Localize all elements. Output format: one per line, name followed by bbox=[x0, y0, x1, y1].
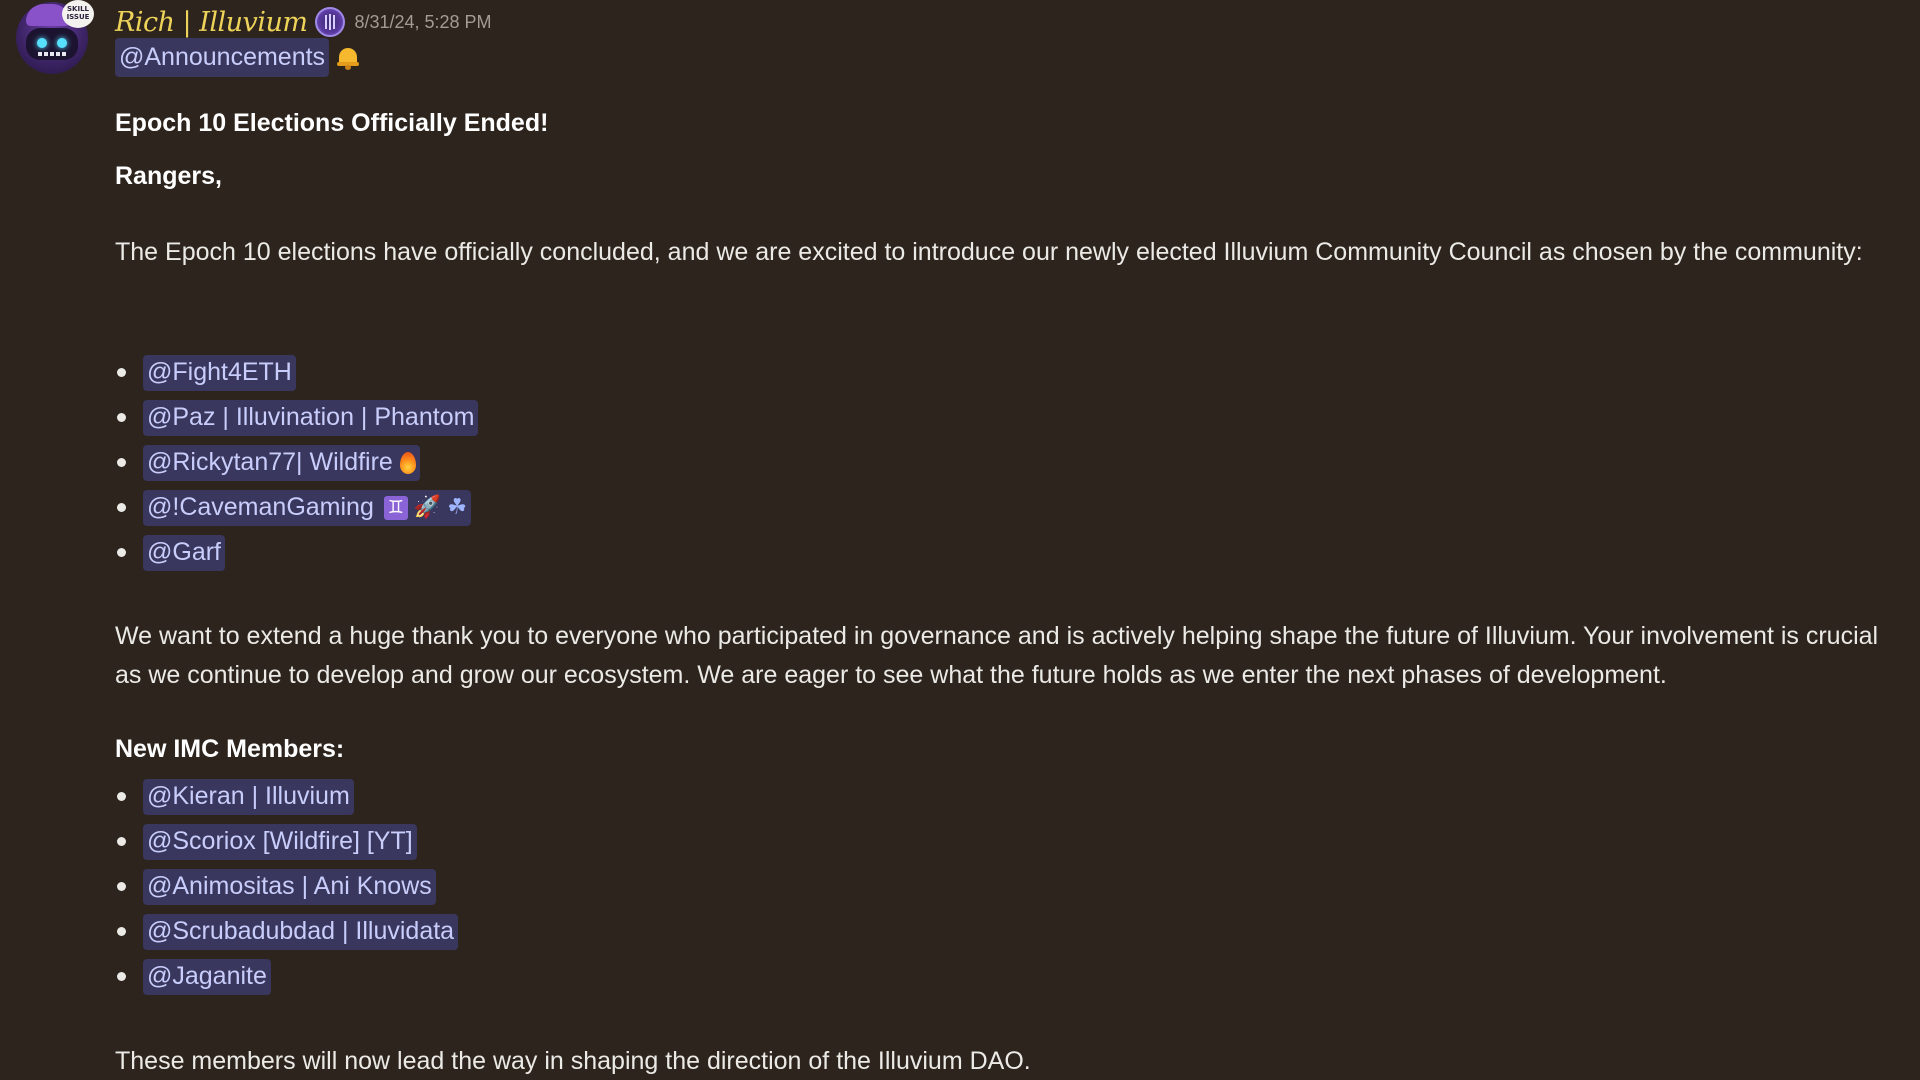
bullet bbox=[117, 458, 126, 467]
fire-icon bbox=[399, 451, 416, 474]
imc-heading: New IMC Members: bbox=[115, 735, 345, 763]
imc-list: @Kieran | Illuvium @Scoriox [Wildfire] [… bbox=[115, 774, 459, 999]
message-timestamp[interactable]: 8/31/24, 5:28 PM bbox=[354, 12, 491, 33]
bullet bbox=[117, 548, 126, 557]
council-list: @Fight4ETH @Paz | Illuvination | Phantom… bbox=[115, 350, 479, 575]
role-glyph-icon bbox=[325, 14, 336, 30]
message-content: @Announcements Epoch 10 Elections Offici… bbox=[115, 38, 1895, 1075]
list-item: @Kieran | Illuvium bbox=[115, 774, 458, 819]
list-item: @Animositas | Ani Knows bbox=[115, 864, 458, 909]
closing-paragraph: These members will now lead the way in s… bbox=[115, 1047, 1031, 1075]
gemini-icon: ♊ bbox=[383, 495, 408, 520]
mention-text: @!CavemanGaming bbox=[147, 493, 374, 521]
mention-text: @Rickytan77| Wildfire bbox=[147, 448, 393, 476]
avatar-eye-left bbox=[37, 38, 47, 48]
avatar-eye-right bbox=[57, 38, 67, 48]
bullet bbox=[117, 368, 126, 377]
user-mention[interactable]: @Fight4ETH bbox=[143, 354, 296, 391]
list-item: @Garf bbox=[115, 530, 478, 575]
bullet bbox=[117, 413, 126, 422]
avatar-badge: SKILL ISSUE bbox=[62, 0, 94, 28]
user-mention[interactable]: @Scoriox [Wildfire] [YT] bbox=[143, 823, 417, 860]
chat-message: SKILL ISSUE Rich | Illuvium 8/31/24, 5:2… bbox=[0, 0, 1920, 1080]
user-mention[interactable]: @!CavemanGaming ♊ 🚀 ☘ bbox=[143, 489, 471, 526]
user-mention[interactable]: @Scrubadubdad | Illuvidata bbox=[143, 913, 459, 950]
bell-icon bbox=[337, 46, 360, 70]
announcement-title: Epoch 10 Elections Officially Ended! bbox=[115, 109, 549, 137]
role-mention-announcements[interactable]: @Announcements bbox=[115, 38, 330, 77]
list-item: @Scoriox [Wildfire] [YT] bbox=[115, 819, 458, 864]
announcements-mention-row: @Announcements bbox=[115, 38, 360, 77]
rocket-icon: 🚀 bbox=[413, 495, 442, 520]
bullet bbox=[117, 882, 126, 891]
user-mention[interactable]: @Rickytan77| Wildfire bbox=[143, 444, 420, 481]
greeting: Rangers, bbox=[115, 162, 222, 190]
thanks-paragraph: We want to extend a huge thank you to ev… bbox=[115, 622, 1879, 689]
user-mention[interactable]: @Jaganite bbox=[143, 958, 271, 995]
bullet bbox=[117, 792, 126, 801]
user-mention[interactable]: @Paz | Illuvination | Phantom bbox=[143, 399, 479, 436]
bullet bbox=[117, 927, 126, 936]
list-item: @Paz | Illuvination | Phantom bbox=[115, 395, 479, 440]
intro-paragraph: The Epoch 10 elections have officially c… bbox=[115, 238, 1863, 266]
list-item: @Fight4ETH bbox=[115, 350, 478, 395]
author-name[interactable]: Rich | Illuvium bbox=[115, 7, 308, 38]
user-mention[interactable]: @Kieran | Illuvium bbox=[143, 778, 354, 815]
list-item: @Scrubadubdad | Illuvidata bbox=[115, 909, 459, 954]
role-icon[interactable] bbox=[315, 7, 346, 37]
list-item: @Jaganite bbox=[115, 954, 458, 999]
list-item: @Rickytan77| Wildfire bbox=[115, 440, 478, 485]
bullet bbox=[117, 503, 126, 512]
list-item: @!CavemanGaming ♊ 🚀 ☘ bbox=[115, 485, 478, 530]
bullet bbox=[117, 972, 126, 981]
clover-icon: ☘ bbox=[447, 495, 467, 520]
user-mention[interactable]: @Garf bbox=[143, 534, 225, 571]
avatar-teeth bbox=[38, 52, 66, 56]
user-mention[interactable]: @Animositas | Ani Knows bbox=[143, 868, 436, 905]
bullet bbox=[117, 837, 126, 846]
message-header: Rich | Illuvium 8/31/24, 5:28 PM bbox=[115, 2, 492, 42]
